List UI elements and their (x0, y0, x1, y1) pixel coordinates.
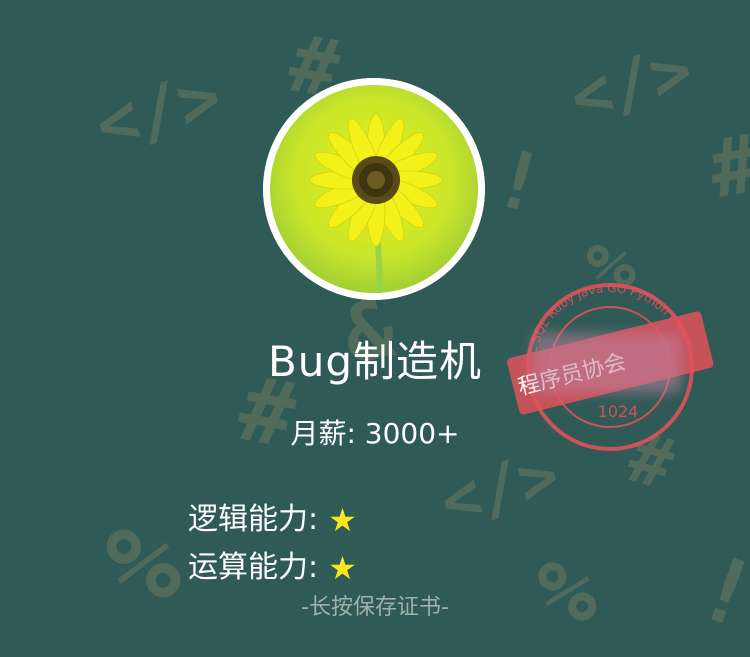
bg-symbol: </> (86, 55, 230, 167)
ability-label: 运算能力: (188, 550, 319, 585)
stamp-number: 1024 (598, 402, 639, 421)
star-icon: ★ (328, 501, 357, 539)
ability-computation: 运算能力: ★ (188, 548, 357, 588)
blurred-region (532, 333, 682, 393)
avatar (263, 78, 485, 300)
sunflower-image (263, 78, 485, 300)
star-icon: ★ (328, 549, 357, 587)
bg-symbol: ! (483, 130, 555, 233)
ability-label: 逻辑能力: (188, 502, 319, 537)
ability-logic: 逻辑能力: ★ (188, 500, 357, 540)
save-hint: -长按保存证书- (301, 595, 449, 620)
bg-symbol: </> (561, 30, 701, 139)
bg-symbol: # (702, 116, 750, 217)
